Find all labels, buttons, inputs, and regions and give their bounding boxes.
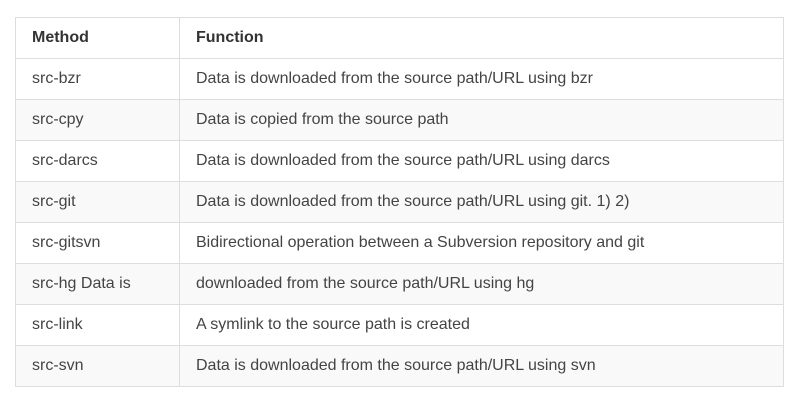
table-header: Method Function xyxy=(15,17,784,59)
table-row: src-gitsvn Bidirectional operation betwe… xyxy=(15,222,784,264)
column-header-method: Method xyxy=(15,17,180,59)
method-cell: src-bzr xyxy=(15,58,180,100)
function-cell: Data is downloaded from the source path/… xyxy=(179,345,784,387)
function-cell: Bidirectional operation between a Subver… xyxy=(179,222,784,264)
function-cell: Data is copied from the source path xyxy=(179,99,784,141)
method-cell: src-gitsvn xyxy=(15,222,180,264)
header-row: Method Function xyxy=(15,17,784,59)
table-row: src-darcs Data is downloaded from the so… xyxy=(15,140,784,182)
table-row: src-hg Data is downloaded from the sourc… xyxy=(15,263,784,305)
function-cell: Data is downloaded from the source path/… xyxy=(179,58,784,100)
table-row: src-git Data is downloaded from the sour… xyxy=(15,181,784,223)
methods-table-container: Method Function src-bzr Data is download… xyxy=(15,17,784,387)
table-row: src-bzr Data is downloaded from the sour… xyxy=(15,58,784,100)
table-row: src-cpy Data is copied from the source p… xyxy=(15,99,784,141)
column-header-function: Function xyxy=(179,17,784,59)
function-cell: Data is downloaded from the source path/… xyxy=(179,181,784,223)
table-row: src-link A symlink to the source path is… xyxy=(15,304,784,346)
method-cell: src-git xyxy=(15,181,180,223)
function-cell: Data is downloaded from the source path/… xyxy=(179,140,784,182)
methods-table: Method Function src-bzr Data is download… xyxy=(15,17,784,387)
method-cell: src-hg Data is xyxy=(15,263,180,305)
table-body: src-bzr Data is downloaded from the sour… xyxy=(15,58,784,387)
method-cell: src-darcs xyxy=(15,140,180,182)
function-cell: downloaded from the source path/URL usin… xyxy=(179,263,784,305)
table-row: src-svn Data is downloaded from the sour… xyxy=(15,345,784,387)
method-cell: src-link xyxy=(15,304,180,346)
function-cell: A symlink to the source path is created xyxy=(179,304,784,346)
method-cell: src-cpy xyxy=(15,99,180,141)
method-cell: src-svn xyxy=(15,345,180,387)
